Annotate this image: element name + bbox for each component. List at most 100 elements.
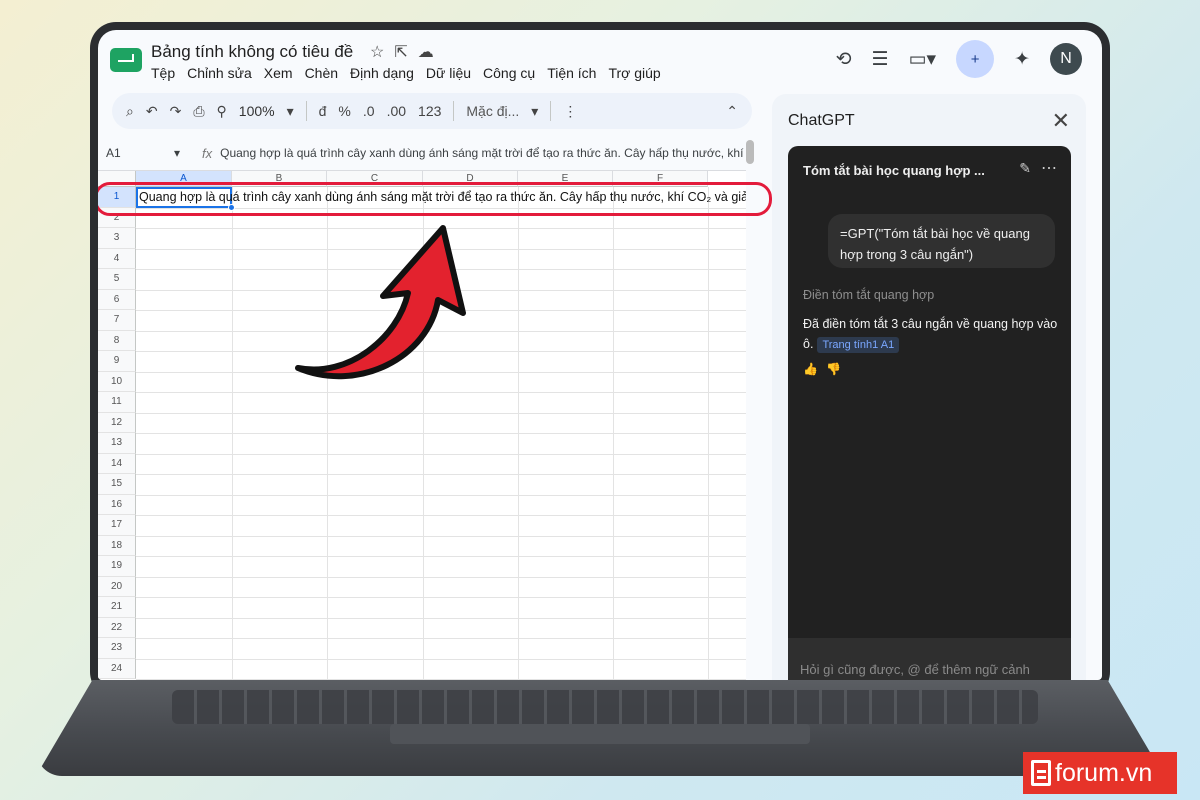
more-options-icon[interactable]: ⋮ bbox=[563, 103, 577, 120]
forum-watermark: forum.vn bbox=[1023, 752, 1177, 794]
row-header-11[interactable]: 11 bbox=[98, 392, 136, 413]
row-header-23[interactable]: 23 bbox=[98, 638, 136, 659]
toolbar-divider bbox=[550, 101, 552, 121]
menu-extensions[interactable]: Tiện ích bbox=[547, 65, 596, 81]
menu-tools[interactable]: Công cụ bbox=[483, 65, 535, 81]
name-box-value: A1 bbox=[106, 146, 121, 160]
chat-window: Tóm tắt bài học quang hợp ... ✎ ⋯ =GPT("… bbox=[788, 146, 1071, 680]
watermark-text: forum.vn bbox=[1055, 758, 1153, 787]
share-icon[interactable]: + bbox=[956, 40, 995, 78]
row-header-24[interactable]: 24 bbox=[98, 658, 136, 679]
grid-line bbox=[136, 535, 746, 537]
grid-line bbox=[136, 679, 746, 680]
scrollbar[interactable] bbox=[746, 140, 754, 164]
title-icons: ☆⇱☁ bbox=[370, 42, 444, 62]
thumb-up-icon[interactable]: 👍 bbox=[803, 362, 826, 376]
zoom-chevron-down-icon[interactable]: ▾ bbox=[287, 103, 294, 120]
close-icon[interactable]: ✕ bbox=[1052, 108, 1070, 134]
row-header-15[interactable]: 15 bbox=[98, 474, 136, 495]
sheets-logo[interactable] bbox=[110, 48, 142, 72]
undo-icon[interactable]: ↶ bbox=[146, 103, 158, 120]
cloud-icon[interactable]: ☁ bbox=[418, 44, 444, 61]
toolbar-divider bbox=[305, 101, 307, 121]
grid-line bbox=[136, 392, 746, 393]
formula-input[interactable]: Quang hợp là quá trình cây xanh dùng ánh… bbox=[220, 146, 745, 160]
grid-line bbox=[136, 617, 746, 619]
menu-view[interactable]: Xem bbox=[264, 65, 293, 81]
fx-icon: fx bbox=[202, 145, 213, 161]
paint-format-icon[interactable]: ⚲ bbox=[217, 103, 227, 120]
row-header-13[interactable]: 13 bbox=[98, 433, 136, 454]
percent-format-button[interactable]: % bbox=[338, 103, 350, 119]
chat-input[interactable]: Hỏi gì cũng được, @ để thêm ngữ cảnh bbox=[788, 638, 1071, 680]
grid-line bbox=[136, 494, 746, 496]
collapse-toolbar-icon[interactable]: ⌃ bbox=[726, 103, 738, 120]
chat-title[interactable]: Tóm tắt bài học quang hợp ... bbox=[803, 163, 985, 178]
row-header-18[interactable]: 18 bbox=[98, 535, 136, 556]
redo-icon[interactable]: ↷ bbox=[170, 103, 182, 120]
row-header-9[interactable]: 9 bbox=[98, 351, 136, 372]
formula-bar: A1 ▾ fx Quang hợp là quá trình cây xanh d… bbox=[98, 140, 758, 166]
avatar[interactable]: N bbox=[1050, 43, 1082, 75]
row-header-21[interactable]: 21 bbox=[98, 597, 136, 618]
grid-line bbox=[136, 556, 746, 557]
chat-input-placeholder: Hỏi gì cũng được, @ để thêm ngữ cảnh bbox=[800, 662, 1030, 677]
decrease-decimal-button[interactable]: .0 bbox=[363, 103, 375, 119]
grid-line bbox=[136, 597, 746, 598]
name-box[interactable]: A1 ▾ bbox=[98, 146, 188, 160]
comment-icon[interactable]: ☰ bbox=[872, 48, 889, 71]
feedback-row: 👍👎 bbox=[803, 362, 849, 376]
row-header-20[interactable]: 20 bbox=[98, 576, 136, 597]
edit-icon[interactable]: ✎ bbox=[1019, 160, 1031, 177]
document-title[interactable]: Bảng tính không có tiêu đề bbox=[151, 42, 353, 62]
grid-line bbox=[136, 433, 746, 434]
annotation-arrow-icon bbox=[295, 225, 466, 380]
menu-file[interactable]: Tệp bbox=[151, 65, 175, 81]
row-header-4[interactable]: 4 bbox=[98, 248, 136, 269]
row-header-7[interactable]: 7 bbox=[98, 310, 136, 331]
currency-format-button[interactable]: đ bbox=[319, 103, 327, 119]
menu-help[interactable]: Trợ giúp bbox=[608, 65, 660, 81]
menu-insert[interactable]: Chèn bbox=[305, 65, 338, 81]
increase-decimal-button[interactable]: .00 bbox=[387, 103, 406, 119]
top-right-actions: ⟲ ☰ ▭▾ + ✦ N bbox=[836, 40, 1082, 78]
row-header-5[interactable]: 5 bbox=[98, 269, 136, 290]
thumb-down-icon[interactable]: 👎 bbox=[826, 362, 849, 376]
row-header-6[interactable]: 6 bbox=[98, 289, 136, 310]
search-icon[interactable]: ⌕ bbox=[126, 103, 134, 120]
font-select[interactable]: Mặc đị... bbox=[466, 103, 519, 119]
more-icon[interactable]: ⋯ bbox=[1041, 158, 1057, 178]
laptop-screen: Bảng tính không có tiêu đề ☆⇱☁ Tệp Chỉnh… bbox=[98, 30, 1102, 680]
menu-edit[interactable]: Chỉnh sửa bbox=[187, 65, 252, 81]
row-header-14[interactable]: 14 bbox=[98, 453, 136, 474]
grid-line bbox=[136, 638, 746, 639]
folder-icon[interactable]: ⇱ bbox=[394, 44, 417, 61]
row-header-16[interactable]: 16 bbox=[98, 494, 136, 515]
row-header-22[interactable]: 22 bbox=[98, 617, 136, 638]
history-icon[interactable]: ⟲ bbox=[836, 48, 852, 71]
cell-reference-chip[interactable]: Trang tính1 A1 bbox=[817, 337, 900, 353]
menu-format[interactable]: Định dạng bbox=[350, 65, 414, 81]
forum-logo-icon bbox=[1031, 760, 1051, 786]
number-format-button[interactable]: 123 bbox=[418, 103, 441, 119]
assistant-status: Điền tóm tắt quang hợp bbox=[803, 288, 935, 302]
row-header-10[interactable]: 10 bbox=[98, 371, 136, 392]
user-message: =GPT("Tóm tắt bài học về quang hợp trong… bbox=[828, 214, 1055, 268]
laptop-keyboard bbox=[172, 690, 1038, 724]
row-header-12[interactable]: 12 bbox=[98, 412, 136, 433]
font-chevron-down-icon[interactable]: ▾ bbox=[531, 103, 538, 120]
chevron-down-icon: ▾ bbox=[173, 146, 180, 160]
gemini-icon[interactable]: ✦ bbox=[1014, 48, 1030, 71]
row-header-17[interactable]: 17 bbox=[98, 515, 136, 536]
row-header-8[interactable]: 8 bbox=[98, 330, 136, 351]
grid-line bbox=[136, 576, 746, 578]
assistant-answer: Đã điền tóm tắt 3 câu ngắn về quang hợp … bbox=[803, 314, 1058, 354]
row-header-3[interactable]: 3 bbox=[98, 228, 136, 249]
star-icon[interactable]: ☆ bbox=[370, 44, 394, 61]
print-icon[interactable]: ⎙ bbox=[193, 103, 204, 120]
video-icon[interactable]: ▭▾ bbox=[909, 48, 937, 71]
menu-data[interactable]: Dữ liệu bbox=[426, 65, 471, 81]
zoom-select[interactable]: 100% bbox=[239, 103, 275, 119]
row-header-19[interactable]: 19 bbox=[98, 556, 136, 577]
toolbar: ⌕ ↶ ↷ ⎙ ⚲ 100% ▾ đ % .0 .00 123 Mặc đị..… bbox=[112, 93, 752, 129]
